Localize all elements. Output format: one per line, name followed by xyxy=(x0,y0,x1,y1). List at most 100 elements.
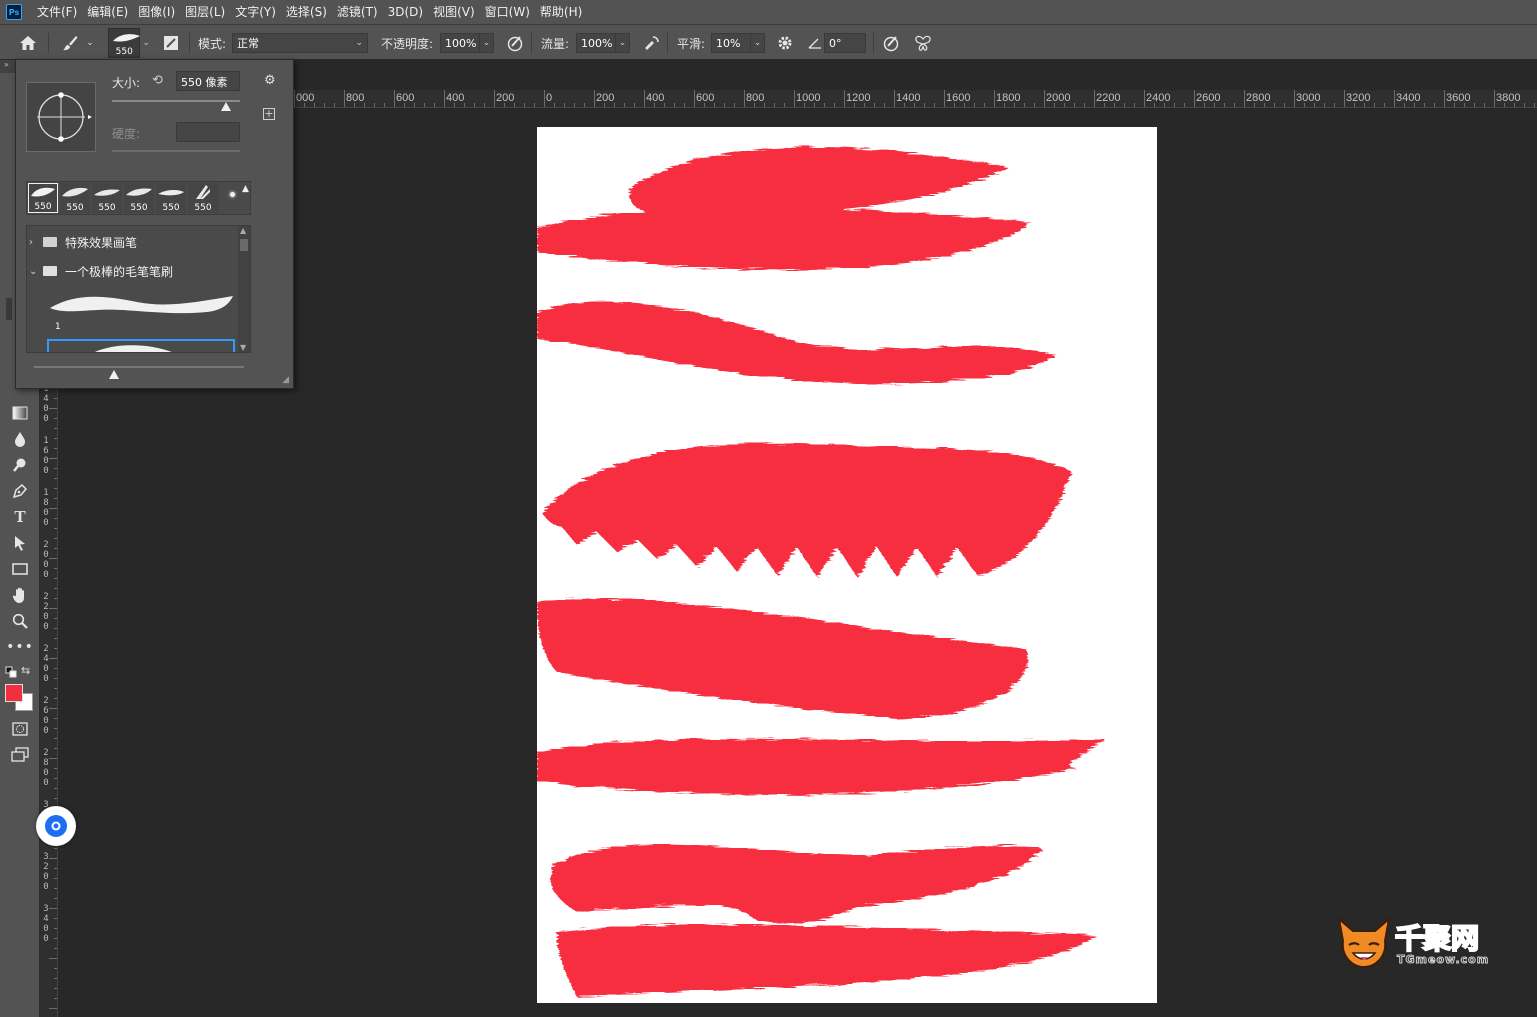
opacity-label: 不透明度: xyxy=(381,36,434,51)
home-icon[interactable] xyxy=(14,25,42,61)
ruler-label: 2 8 0 0 xyxy=(43,748,49,788)
ruler-minor-tick xyxy=(1014,103,1015,107)
quick-mask-icon[interactable] xyxy=(8,718,32,740)
smoothing-chevron-down-icon[interactable]: ⌄ xyxy=(751,33,765,53)
menu-select[interactable]: 选择(S) xyxy=(281,0,332,24)
recent-preset-6[interactable]: 550 xyxy=(188,183,218,213)
ruler-label: 400 xyxy=(646,92,665,104)
ruler-tick xyxy=(444,90,445,107)
soft-round-preset-icon[interactable] xyxy=(230,192,235,197)
rectangle-tool-icon[interactable] xyxy=(8,558,32,580)
brush-preset-chevron-down-icon: ⌄ xyxy=(142,38,150,48)
more-tools-ellipsis-icon[interactable]: ••• xyxy=(6,636,33,658)
ruler-label: 600 xyxy=(696,92,715,104)
mode-select[interactable]: 正常 ⌄ xyxy=(232,33,368,53)
ruler-minor-tick xyxy=(1064,103,1065,107)
dodge-tool-icon[interactable] xyxy=(8,454,32,476)
ruler-minor-tick xyxy=(1484,103,1485,107)
ruler-label: 3000 xyxy=(1296,92,1321,104)
menu-window[interactable]: 窗口(W) xyxy=(480,0,535,24)
brush-list-scrollbar[interactable]: ▲ ▼ xyxy=(238,226,250,352)
ruler-minor-tick xyxy=(924,103,925,107)
menu-3d[interactable]: 3D(D) xyxy=(383,0,428,24)
scroll-up-icon[interactable]: ▲ xyxy=(240,226,246,235)
resize-grip-icon[interactable]: ◢ xyxy=(282,375,289,385)
blur-tool-droplet-icon[interactable] xyxy=(8,428,32,450)
opacity-input[interactable]: 100% xyxy=(440,33,480,53)
ruler-minor-tick xyxy=(804,103,805,107)
preview-size-slider-track[interactable] xyxy=(34,366,244,368)
floating-assistant-button[interactable] xyxy=(36,806,76,846)
menu-view[interactable]: 视图(V) xyxy=(428,0,480,24)
menu-image[interactable]: 图像(I) xyxy=(133,0,180,24)
recent-preset-2[interactable]: 550 xyxy=(60,183,90,213)
pressure-size-icon[interactable] xyxy=(880,25,902,61)
symmetry-butterfly-icon[interactable] xyxy=(912,25,934,61)
menu-file[interactable]: 文件(F) xyxy=(32,0,82,24)
panel-settings-gear-icon[interactable]: ⚙ xyxy=(264,73,276,88)
flow-chevron-down-icon[interactable]: ⌄ xyxy=(616,33,630,53)
ruler-minor-tick xyxy=(434,103,435,107)
ruler-minor-tick xyxy=(1174,103,1175,107)
ruler-minor-tick xyxy=(824,103,825,107)
pen-tool-icon[interactable] xyxy=(8,480,32,502)
angle-input[interactable]: 0° xyxy=(824,33,866,53)
menu-help[interactable]: 帮助(H) xyxy=(535,0,587,24)
menu-layer[interactable]: 图层(L) xyxy=(180,0,230,24)
ruler-minor-tick xyxy=(54,488,57,489)
pressure-opacity-icon[interactable] xyxy=(504,25,526,61)
brush-preset-picker[interactable]: 550 ⌄ xyxy=(108,25,150,61)
opacity-chevron-down-icon[interactable]: ⌄ xyxy=(480,33,494,53)
brush-group-awesome-calligraphy[interactable]: ⌄ 一个极棒的毛笔笔刷 xyxy=(29,257,235,285)
scroll-down-icon[interactable]: ▼ xyxy=(240,343,246,352)
reset-size-icon[interactable]: ⟲ xyxy=(152,73,163,88)
ruler-minor-tick xyxy=(54,778,57,779)
path-selection-tool-icon[interactable] xyxy=(8,532,32,554)
brush-settings-panel-icon[interactable] xyxy=(160,25,182,61)
tool-preset-chevron-down-icon[interactable]: ⌄ xyxy=(84,25,96,61)
menu-type[interactable]: 文字(Y) xyxy=(230,0,281,24)
menu-edit[interactable]: 编辑(E) xyxy=(82,0,133,24)
ruler-minor-tick xyxy=(54,878,57,879)
new-preset-plus-icon[interactable]: + xyxy=(263,108,275,120)
brush-item-2-selected[interactable] xyxy=(47,339,235,352)
recent-preset-1[interactable]: 550 xyxy=(28,183,58,213)
ruler-minor-tick xyxy=(664,103,665,107)
default-colors-icon[interactable] xyxy=(5,666,17,681)
foreground-color-swatch[interactable] xyxy=(5,684,23,702)
scrollbar-thumb[interactable] xyxy=(240,239,248,251)
size-input[interactable]: 550 像素 xyxy=(176,71,240,91)
document-canvas[interactable] xyxy=(537,127,1157,1003)
flow-input[interactable]: 100% xyxy=(576,33,616,53)
menu-filter[interactable]: 滤镜(T) xyxy=(332,0,383,24)
ruler-tick xyxy=(294,90,295,107)
hand-tool-icon[interactable] xyxy=(8,584,32,606)
hardness-slider-track[interactable] xyxy=(112,150,240,152)
size-slider-thumb[interactable] xyxy=(221,102,231,111)
recent-preset-3[interactable]: 550 xyxy=(92,183,122,213)
ruler-minor-tick xyxy=(54,498,57,499)
screen-mode-icon[interactable] xyxy=(8,744,32,766)
recent-preset-4[interactable]: 550 xyxy=(124,183,154,213)
ruler-minor-tick xyxy=(1334,103,1335,107)
smoothing-input[interactable]: 10% xyxy=(711,33,751,53)
brush-stroke-preview xyxy=(50,296,233,314)
hardness-input[interactable] xyxy=(176,122,240,142)
ruler-label: 2 2 0 0 xyxy=(43,592,49,632)
brush-tool-icon[interactable] xyxy=(58,25,82,61)
swap-colors-icon[interactable]: ⇆ xyxy=(21,664,30,677)
brush-item-1[interactable]: 1 xyxy=(47,286,235,334)
brush-stroke-5 xyxy=(537,598,1029,719)
airbrush-icon[interactable] xyxy=(640,25,662,61)
type-tool-icon[interactable]: T xyxy=(8,506,32,528)
brush-group-special-effects[interactable]: › 特殊效果画笔 xyxy=(29,228,235,256)
gradient-tool-icon[interactable] xyxy=(8,402,32,424)
brush-angle-preview[interactable] xyxy=(26,82,96,152)
ruler-minor-tick xyxy=(1524,103,1525,107)
zoom-tool-icon[interactable] xyxy=(8,610,32,632)
recent-presets-pin-icon[interactable]: ▲ xyxy=(242,184,249,194)
horizontal-ruler: 000 800 600 400 200 0 200 400 600 800 1000 1200 1400… xyxy=(294,90,1537,108)
smoothing-gear-icon[interactable] xyxy=(774,25,796,61)
preview-size-slider-thumb[interactable] xyxy=(109,370,119,379)
recent-preset-5[interactable]: 550 xyxy=(156,183,186,213)
